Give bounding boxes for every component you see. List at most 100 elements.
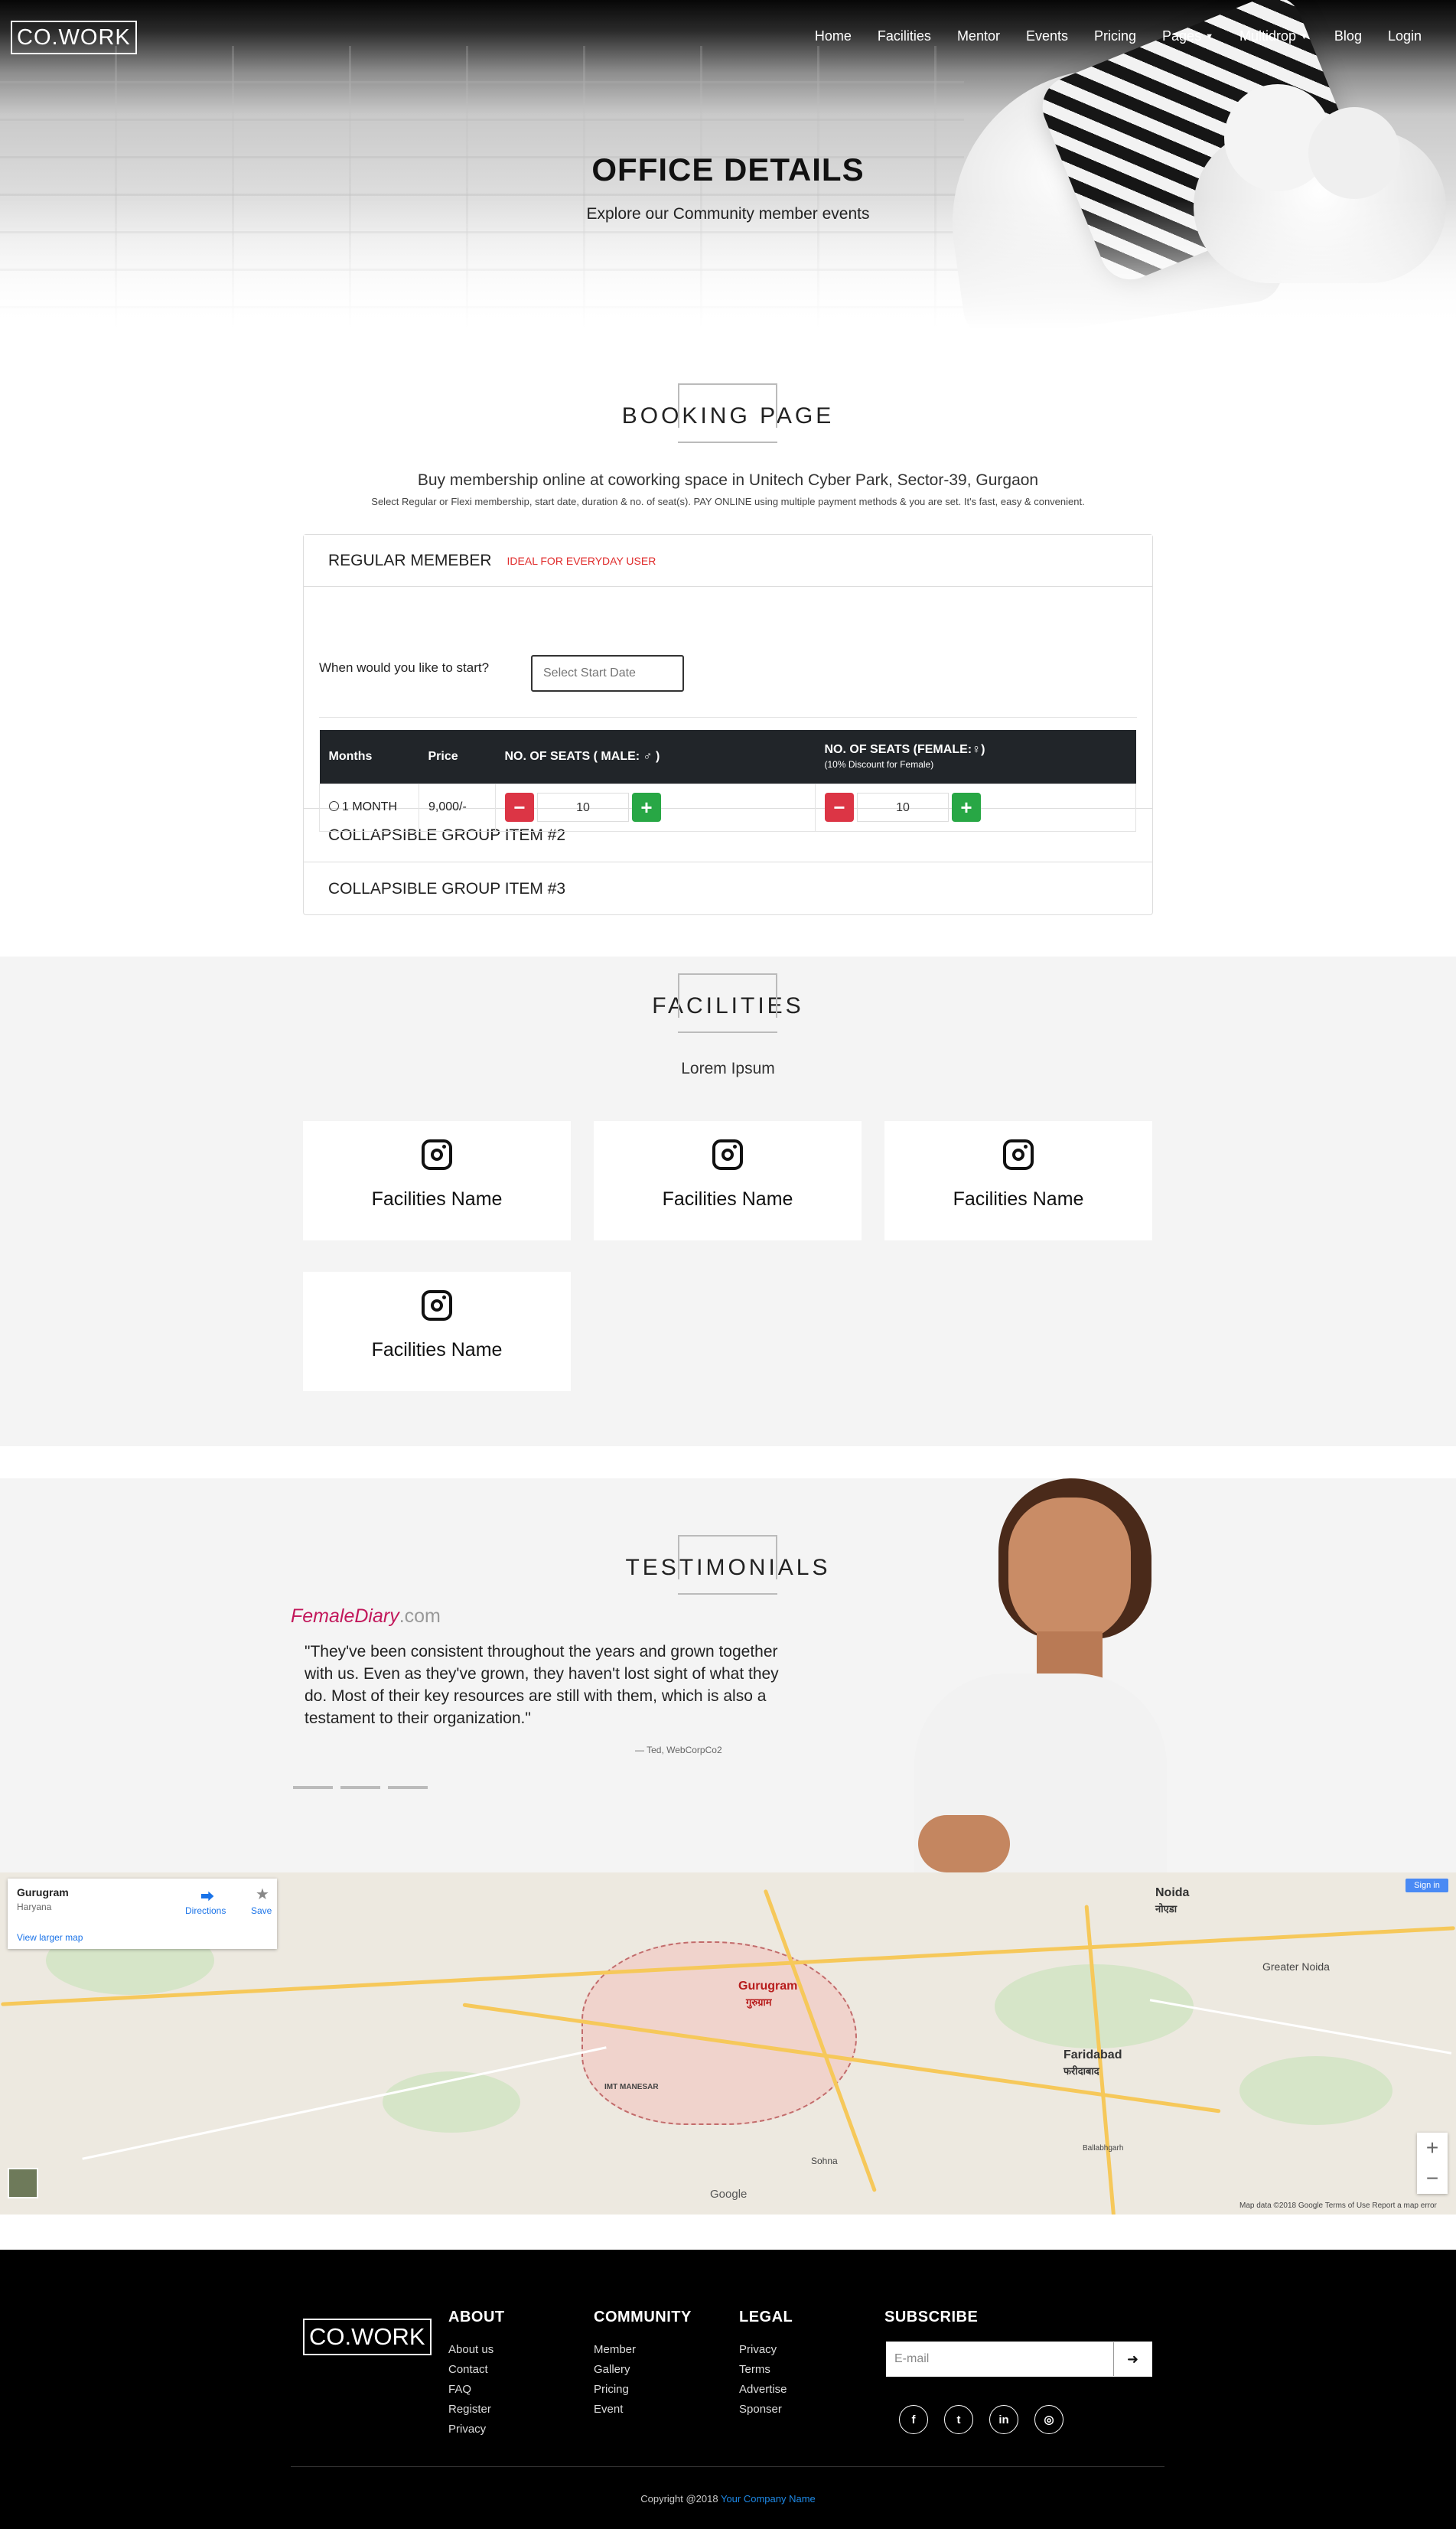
linkedin-icon[interactable]: in bbox=[989, 2405, 1018, 2434]
footer-link[interactable]: Gallery bbox=[594, 2360, 692, 2380]
heading-underline bbox=[678, 1031, 777, 1033]
satellite-toggle[interactable] bbox=[8, 2168, 38, 2198]
table-row: 1 MONTH 9,000/- − 10 + − 10 + bbox=[319, 783, 1136, 832]
heading-underline bbox=[678, 442, 777, 443]
twitter-icon[interactable]: t bbox=[944, 2405, 973, 2434]
footer-link[interactable]: Member bbox=[594, 2340, 692, 2360]
footer-link[interactable]: About us bbox=[448, 2340, 505, 2360]
male-seats-input[interactable]: 10 bbox=[537, 793, 629, 822]
footer-link[interactable]: Privacy bbox=[448, 2420, 505, 2439]
nav-multidrop[interactable]: Multidrop ▼ bbox=[1226, 27, 1321, 46]
col-months: Months bbox=[319, 730, 419, 784]
male-minus-button[interactable]: − bbox=[505, 793, 534, 822]
col-male-seats: NO. OF SEATS ( MALE: ♂ ) bbox=[495, 730, 816, 784]
map-label-faridabad-hi: फरीदाबाद bbox=[1063, 2065, 1099, 2077]
facilities-section: FACILITIES Lorem Ipsum Facilities Name F… bbox=[0, 957, 1456, 1446]
female-seats-cell: − 10 + bbox=[815, 783, 1136, 832]
map-label-sohna: Sohna bbox=[811, 2156, 838, 2166]
map-label-ballabhgarh: Ballabhgarh bbox=[1083, 2144, 1124, 2153]
hero-title: OFFICE DETAILS bbox=[591, 152, 865, 187]
map-signin-button[interactable]: Sign in bbox=[1406, 1879, 1448, 1892]
footer-logo[interactable]: CO.WORK bbox=[303, 2319, 432, 2355]
instagram-icon bbox=[422, 1139, 452, 1170]
footer-link[interactable]: FAQ bbox=[448, 2380, 505, 2400]
facility-card[interactable]: Facilities Name bbox=[594, 1121, 862, 1240]
male-seats-cell: − 10 + bbox=[495, 783, 816, 832]
save-link[interactable]: Save bbox=[251, 1905, 272, 1916]
footer-about: ABOUT About us Contact FAQ Register Priv… bbox=[448, 2309, 505, 2439]
site-footer: CO.WORK ABOUT About us Contact FAQ Regis… bbox=[0, 2250, 1456, 2529]
footer-link[interactable]: Contact bbox=[448, 2360, 505, 2380]
month-cell[interactable]: 1 MONTH bbox=[319, 783, 419, 832]
person-arm bbox=[918, 1815, 1010, 1872]
footer-link[interactable]: Privacy bbox=[739, 2340, 793, 2360]
nav-login[interactable]: Login bbox=[1375, 27, 1435, 46]
email-field[interactable]: E-mail bbox=[887, 2342, 1113, 2376]
instagram-icon[interactable]: ◎ bbox=[1034, 2405, 1063, 2434]
nav-mentor[interactable]: Mentor bbox=[944, 27, 1013, 46]
map-attribution: Map data ©2018 Google Terms of Use Repor… bbox=[1239, 2201, 1437, 2210]
female-minus-button[interactable]: − bbox=[825, 793, 854, 822]
female-seats-input[interactable]: 10 bbox=[857, 793, 949, 822]
regular-member-title: REGULAR MEMEBER bbox=[328, 551, 492, 569]
footer-about-title: ABOUT bbox=[448, 2309, 505, 2325]
col-female-note: (10% Discount for Female) bbox=[824, 759, 934, 771]
col-price: Price bbox=[419, 730, 496, 784]
booking-note: Select Regular or Flexi membership, star… bbox=[371, 496, 1085, 507]
map-label-greater-noida: Greater Noida bbox=[1262, 1960, 1330, 1973]
female-seats-stepper: − 10 + bbox=[825, 793, 1126, 822]
facility-name: Facilities Name bbox=[371, 1188, 503, 1210]
view-larger-map-link[interactable]: View larger map bbox=[17, 1932, 83, 1943]
nav-blog[interactable]: Blog bbox=[1321, 27, 1375, 46]
male-plus-button[interactable]: + bbox=[632, 793, 661, 822]
footer-link[interactable]: Terms bbox=[739, 2360, 793, 2380]
map-label-noida: Noida bbox=[1155, 1886, 1190, 1899]
nav-pricing[interactable]: Pricing bbox=[1081, 27, 1149, 46]
start-date-input[interactable] bbox=[531, 655, 684, 692]
directions-link[interactable]: Directions bbox=[185, 1905, 226, 1916]
company-link[interactable]: Your Company Name bbox=[721, 2493, 816, 2505]
map-label-gurugram-hi: गुरुग्राम bbox=[746, 1996, 772, 2008]
footer-link[interactable]: Event bbox=[594, 2400, 692, 2420]
subscribe-arrow-button[interactable]: ➜ bbox=[1113, 2342, 1151, 2376]
nav-home[interactable]: Home bbox=[802, 27, 865, 46]
regular-member-header[interactable]: REGULAR MEMEBER IDEAL FOR EVERYDAY USER bbox=[304, 535, 1152, 587]
month-radio[interactable] bbox=[329, 801, 339, 811]
footer-link[interactable]: Pricing bbox=[594, 2380, 692, 2400]
facility-card[interactable]: Facilities Name bbox=[884, 1121, 1152, 1240]
carousel-dot[interactable] bbox=[340, 1786, 380, 1789]
footer-subscribe: SUBSCRIBE bbox=[884, 2309, 978, 2340]
footer-subscribe-title: SUBSCRIBE bbox=[884, 2309, 979, 2325]
subscribe-form: E-mail ➜ bbox=[886, 2342, 1152, 2377]
testimonial-brand-logo: FemaleDiary.com bbox=[291, 1605, 441, 1628]
zoom-in-button[interactable]: + bbox=[1417, 2133, 1448, 2163]
google-map[interactable]: Gurugram गुरुग्राम Noida नोएडा Faridabad… bbox=[0, 1872, 1456, 2215]
footer-link[interactable]: Advertise bbox=[739, 2380, 793, 2400]
hero-subtitle: Explore our Community member events bbox=[586, 205, 870, 223]
map-park bbox=[1239, 2056, 1392, 2125]
facilities-subtitle: Lorem Ipsum bbox=[681, 1060, 775, 1077]
site-logo[interactable]: CO.WORK bbox=[11, 21, 137, 54]
nav-events[interactable]: Events bbox=[1013, 27, 1081, 46]
facility-card[interactable]: Facilities Name bbox=[303, 1272, 571, 1391]
directions-icon[interactable]: ⮕ bbox=[200, 1886, 214, 1906]
carousel-dot[interactable] bbox=[388, 1786, 428, 1789]
carousel-dot[interactable] bbox=[293, 1786, 333, 1789]
footer-link[interactable]: Sponser bbox=[739, 2400, 793, 2420]
page: CO.WORK Home Facilities Mentor Events Pr… bbox=[0, 0, 1456, 2529]
footer-link[interactable]: Register bbox=[448, 2400, 505, 2420]
female-plus-button[interactable]: + bbox=[952, 793, 981, 822]
collapsible-group-3[interactable]: COLLAPSIBLE GROUP ITEM #3 bbox=[304, 862, 1152, 916]
star-icon[interactable]: ★ bbox=[256, 1885, 269, 1904]
map-info-card: Gurugram Haryana View larger map ⮕ Direc… bbox=[8, 1879, 277, 1949]
person-face bbox=[1008, 1498, 1131, 1643]
col-female-label: NO. OF SEATS (FEMALE:♀) bbox=[824, 743, 985, 757]
facebook-icon[interactable]: f bbox=[899, 2405, 928, 2434]
nav-pages[interactable]: Pages ▼ bbox=[1149, 27, 1226, 46]
zoom-out-button[interactable]: − bbox=[1417, 2163, 1448, 2194]
male-seats-stepper: − 10 + bbox=[505, 793, 806, 822]
instagram-icon bbox=[422, 1290, 452, 1321]
nav-facilities[interactable]: Facilities bbox=[865, 27, 944, 46]
facility-card[interactable]: Facilities Name bbox=[303, 1121, 571, 1240]
membership-accordion: REGULAR MEMEBER IDEAL FOR EVERYDAY USER … bbox=[303, 534, 1153, 915]
